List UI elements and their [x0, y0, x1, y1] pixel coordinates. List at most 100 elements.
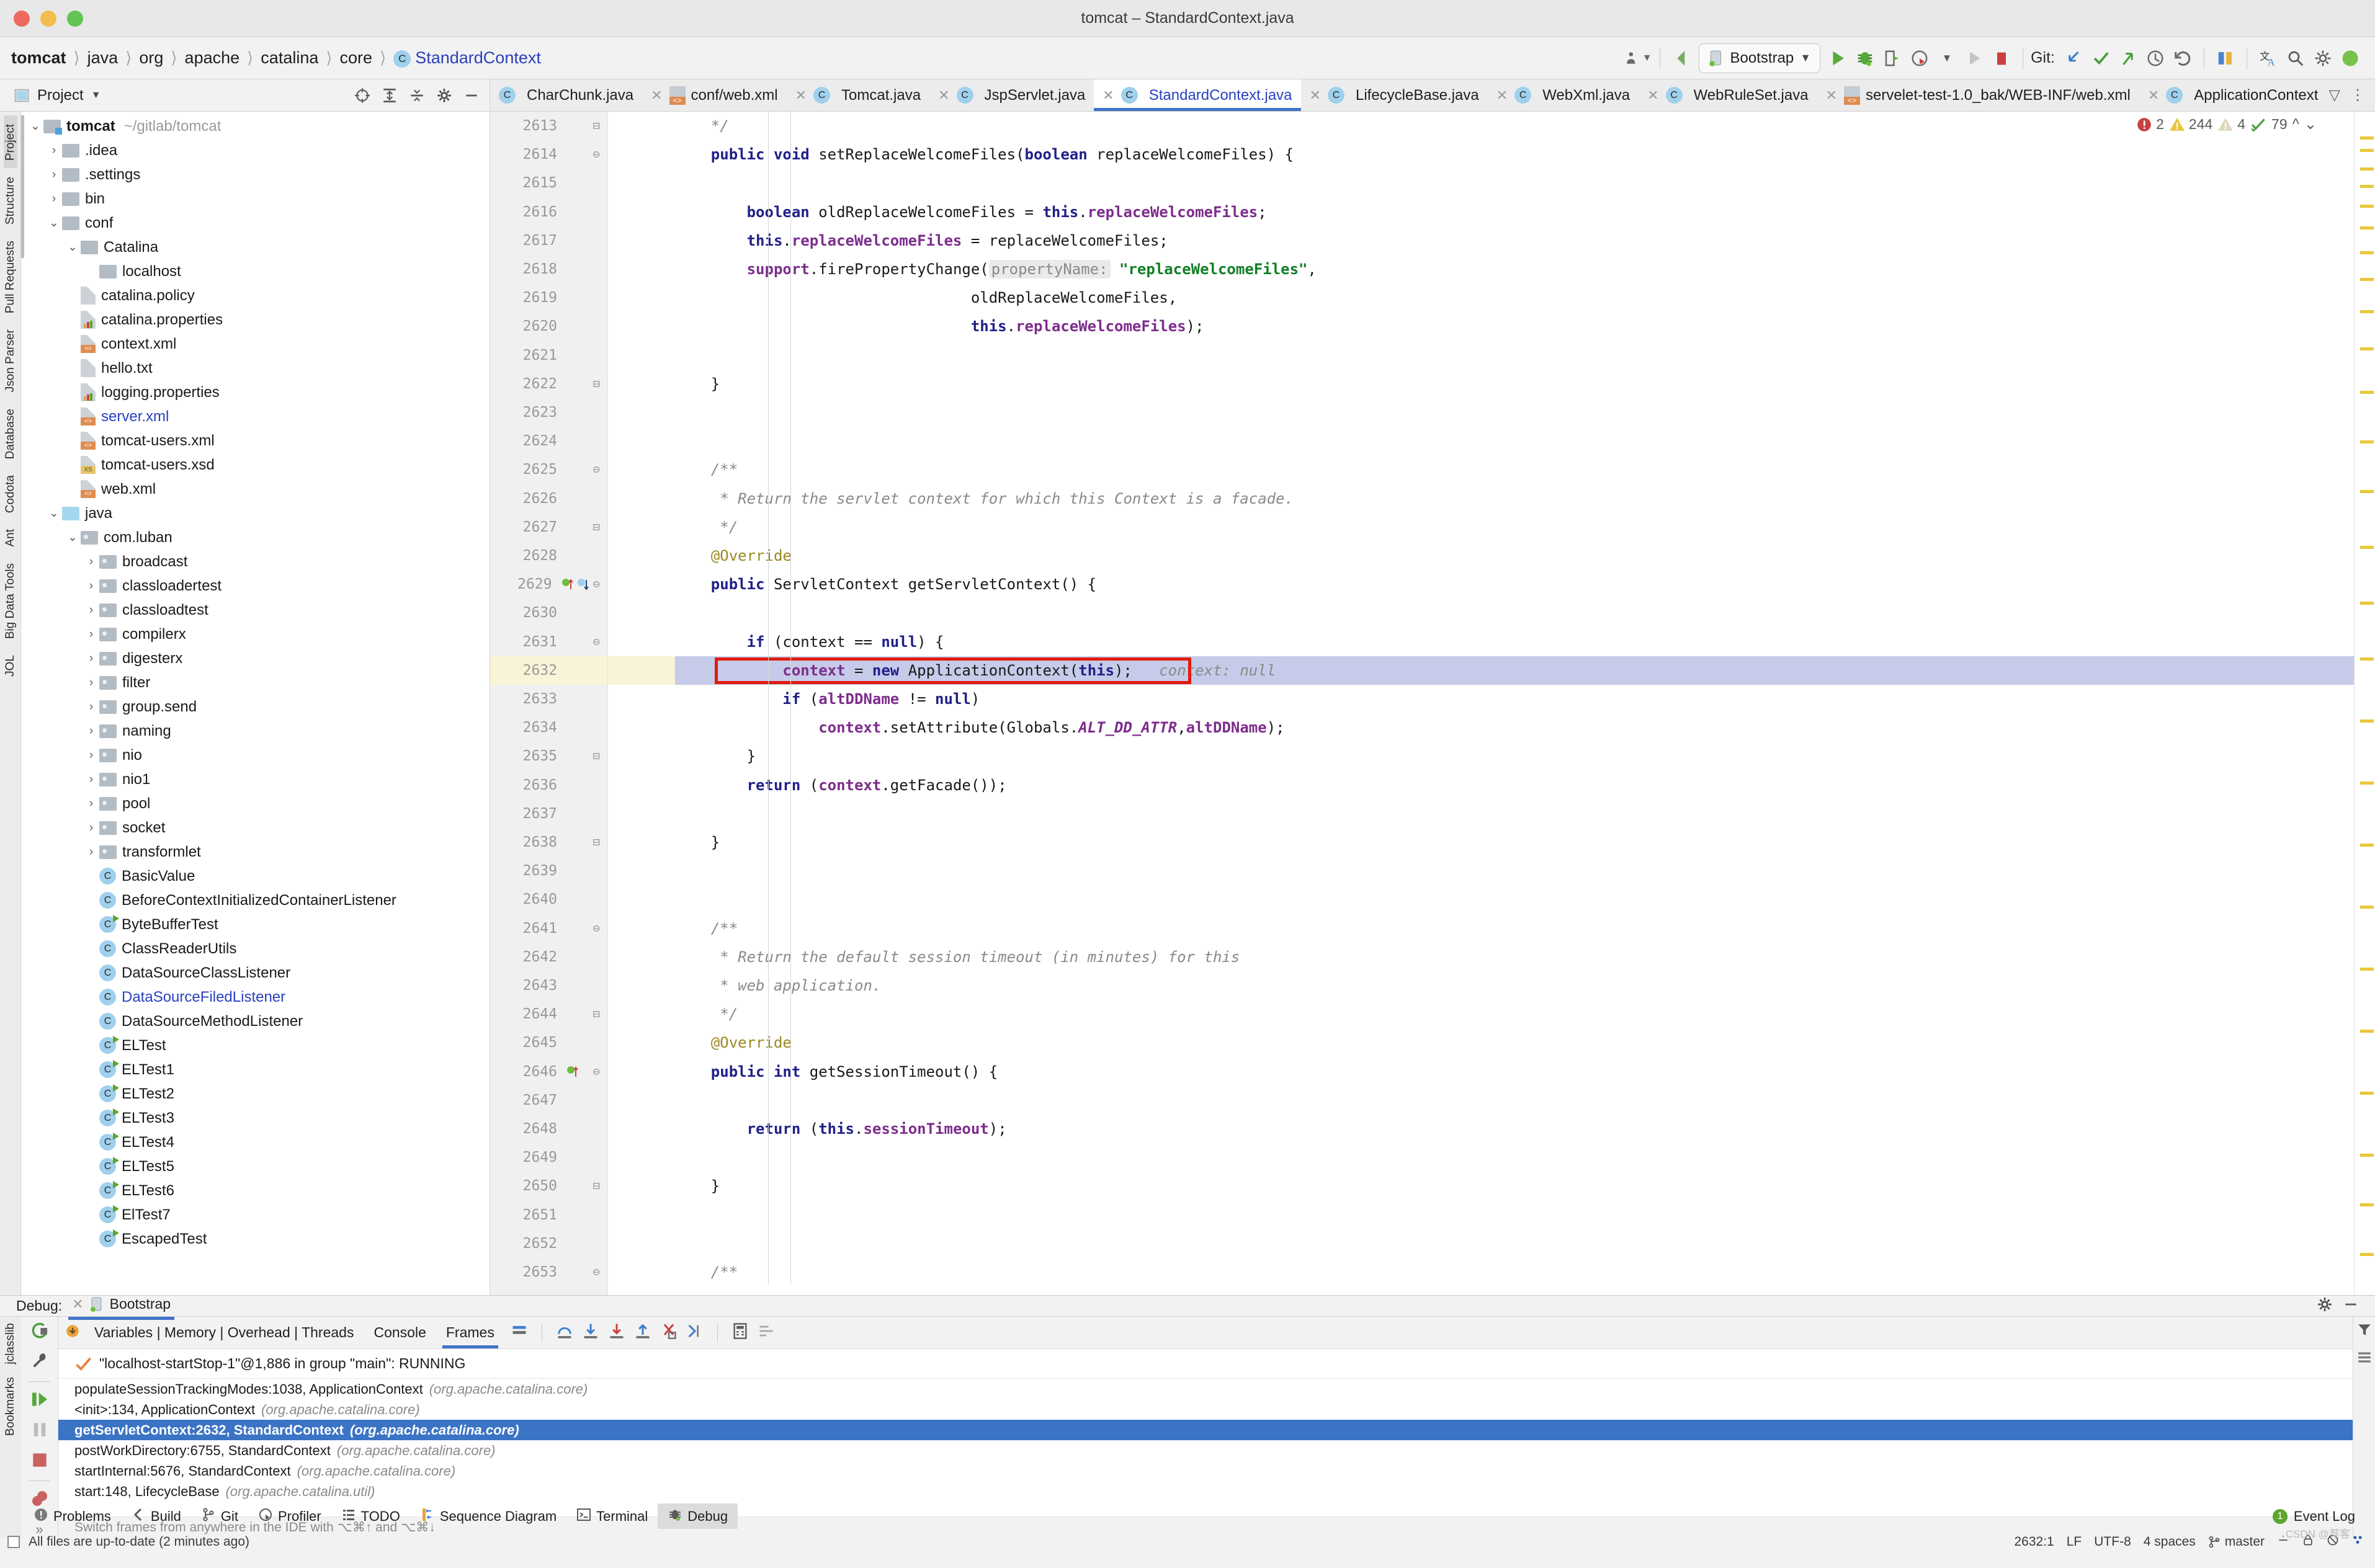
maximize-window-button[interactable]	[67, 11, 83, 27]
tree-node-nio1[interactable]: › nio1	[21, 767, 490, 791]
gutter-line[interactable]: 2618	[490, 255, 607, 283]
debug-tab-bar[interactable]: Variables | Memory | Overhead | Threads …	[58, 1317, 2353, 1349]
tool-button-problems[interactable]: Problems	[24, 1503, 121, 1529]
tree-node-context-xml[interactable]: ›<>context.xml	[21, 332, 490, 356]
close-icon[interactable]: ✕	[72, 1296, 83, 1312]
gutter-markers[interactable]: ⊟	[563, 835, 607, 849]
code-line[interactable]	[608, 427, 2354, 455]
code-line[interactable]: @Override	[608, 541, 2354, 570]
settings-wrench-icon[interactable]	[30, 1351, 50, 1374]
breadcrumb-item-5[interactable]: core	[338, 48, 375, 68]
chevron-right-icon[interactable]: ›	[46, 168, 62, 182]
tool-strip-item-jclasslib[interactable]: jclasslib	[4, 1317, 17, 1371]
tree-node-eltest[interactable]: ›CELTest	[21, 1033, 490, 1058]
profiler-dropdown-icon[interactable]: ▼	[1625, 42, 1652, 75]
tree-node-web-xml[interactable]: ›<>web.xml	[21, 477, 490, 501]
gutter-line[interactable]: 2626	[490, 484, 607, 513]
code-line[interactable]	[608, 599, 2354, 627]
tree-node-server-xml[interactable]: ›<>server.xml	[21, 404, 490, 429]
tree-node-localhost[interactable]: ›localhost	[21, 259, 490, 283]
marker-tick[interactable]	[2360, 347, 2374, 350]
editor-tab-webxml-java[interactable]: ✕ C WebXml.java	[1487, 79, 1639, 111]
project-tree[interactable]: ⌄ tomcat ~/gitlab/tomcat › .idea › .settings › b…	[21, 112, 490, 1295]
run-dropdown-icon[interactable]: ▼	[1933, 42, 1961, 75]
marker-tick[interactable]	[2360, 906, 2374, 909]
tree-node-eltest1[interactable]: ›CELTest1	[21, 1058, 490, 1082]
tool-strip-item-database[interactable]: Database	[4, 400, 17, 466]
tree-node-beforecontextinitializedcontainerlistener[interactable]: ›CBeforeContextInitializedContainerListe…	[21, 888, 490, 912]
frame-row[interactable]: startInternal:5676, StandardContext (org.…	[58, 1461, 2353, 1481]
chevron-down-icon[interactable]: ⌄	[27, 119, 43, 133]
chevron-down-icon[interactable]: ▽	[2329, 86, 2340, 104]
tree-node-catalina-properties[interactable]: ›catalina.properties	[21, 308, 490, 332]
marker-tick[interactable]	[2360, 251, 2374, 254]
editor-gutter[interactable]: 2613 ⊟ 2614 ⊖ 2615 2616 2617 2618 2619 2620 2621 26…	[490, 112, 608, 1295]
implementing-method-icon[interactable]	[561, 577, 576, 592]
tab-close-icon[interactable]: ✕	[1647, 87, 1658, 104]
code-line[interactable]: public void setReplaceWelcomeFiles(boole…	[608, 140, 2354, 169]
gear-icon[interactable]	[2317, 1296, 2333, 1316]
marker-tick[interactable]	[2360, 968, 2374, 971]
gutter-markers[interactable]: ⊟	[563, 749, 607, 763]
chevron-down-icon[interactable]: ⌄	[65, 530, 81, 545]
implementing-method-icon[interactable]	[567, 1064, 581, 1079]
gutter-line[interactable]: 2651	[490, 1201, 607, 1229]
gutter-line[interactable]: 2619	[490, 283, 607, 312]
tool-strip-item-jol[interactable]: JOL	[4, 646, 17, 684]
show-execution-point-icon[interactable]	[511, 1322, 528, 1343]
tool-strip-item-big-data-tools[interactable]: Big Data Tools	[4, 555, 17, 646]
code-line[interactable]: boolean oldReplaceWelcomeFiles = this.re…	[608, 198, 2354, 226]
gutter-line[interactable]: 2620	[490, 312, 607, 341]
gutter-line[interactable]: 2621	[490, 341, 607, 370]
gutter-line[interactable]: 2613 ⊟	[490, 112, 607, 140]
marker-tick[interactable]	[2360, 1092, 2374, 1095]
code-line[interactable]	[608, 1201, 2354, 1229]
code-line[interactable]: context.setAttribute(Globals.ALT_DD_ATTR…	[608, 713, 2354, 742]
tree-node-digesterx[interactable]: › digesterx	[21, 646, 490, 670]
line-separator[interactable]: LF	[2067, 1535, 2082, 1549]
marker-tick[interactable]	[2360, 440, 2374, 443]
tree-node-eltest6[interactable]: ›CELTest6	[21, 1178, 490, 1203]
chevron-right-icon[interactable]: ›	[83, 652, 99, 666]
inspection-summary[interactable]: 2 244 4 79 ^ ⌄	[2136, 115, 2317, 133]
gutter-markers[interactable]: ⊖	[558, 577, 607, 592]
gutter-line[interactable]: 2647	[490, 1086, 607, 1115]
tree-scrollbar[interactable]	[21, 115, 24, 258]
tree-node-eltest4[interactable]: ›CELTest4	[21, 1130, 490, 1154]
tree-node-classloadertest[interactable]: › classloadertest	[21, 574, 490, 598]
gutter-line[interactable]: 2637	[490, 800, 607, 828]
git-history-icon[interactable]	[2142, 42, 2169, 75]
gutter-line[interactable]: 2622 ⊟	[490, 370, 607, 398]
file-encoding[interactable]: UTF-8	[2094, 1535, 2131, 1549]
code-line[interactable]	[608, 857, 2354, 885]
marker-tick[interactable]	[2360, 226, 2374, 229]
rerun-icon[interactable]	[30, 1321, 50, 1343]
gutter-markers[interactable]: ⊖	[563, 635, 607, 649]
marker-tick[interactable]	[2360, 167, 2374, 171]
step-into-icon[interactable]	[582, 1322, 599, 1343]
chevron-down-icon[interactable]: ⌄	[65, 240, 81, 254]
gutter-line[interactable]: 2635 ⊟	[490, 742, 607, 770]
editor-marker-strip[interactable]	[2354, 112, 2375, 1295]
gutter-markers[interactable]: ⊖	[563, 148, 607, 161]
chevron-right-icon[interactable]: ›	[83, 821, 99, 835]
collapse-all-icon[interactable]	[405, 84, 429, 107]
chevron-down-icon[interactable]: ▼	[91, 90, 101, 101]
chevron-right-icon[interactable]: ›	[83, 579, 99, 593]
marker-tick[interactable]	[2360, 1203, 2374, 1206]
code-line[interactable]: * web application.	[608, 971, 2354, 1000]
gutter-markers[interactable]: ⊖	[563, 922, 607, 935]
gutter-line[interactable]: 2630	[490, 599, 607, 627]
drop-frame-icon[interactable]	[660, 1322, 678, 1343]
gutter-line[interactable]: 2646 ⊖	[490, 1058, 607, 1086]
code-line[interactable]: }	[608, 1172, 2354, 1200]
editor-tab-tomcat-java[interactable]: ✕ C Tomcat.java	[786, 79, 930, 111]
code-line[interactable]: * Return the default session timeout (in…	[608, 943, 2354, 971]
chevron-right-icon[interactable]: ›	[83, 845, 99, 859]
previous-problem-icon[interactable]: ^	[2292, 116, 2299, 133]
git-branch[interactable]: master	[2208, 1535, 2265, 1549]
code-line[interactable]: if (altDDName != null)	[608, 685, 2354, 713]
gutter-line[interactable]: 2653 ⊖	[490, 1258, 607, 1286]
filter-icon[interactable]	[2356, 1322, 2373, 1341]
editor-tab-jspservlet-java[interactable]: ✕ C JspServlet.java	[929, 79, 1094, 111]
